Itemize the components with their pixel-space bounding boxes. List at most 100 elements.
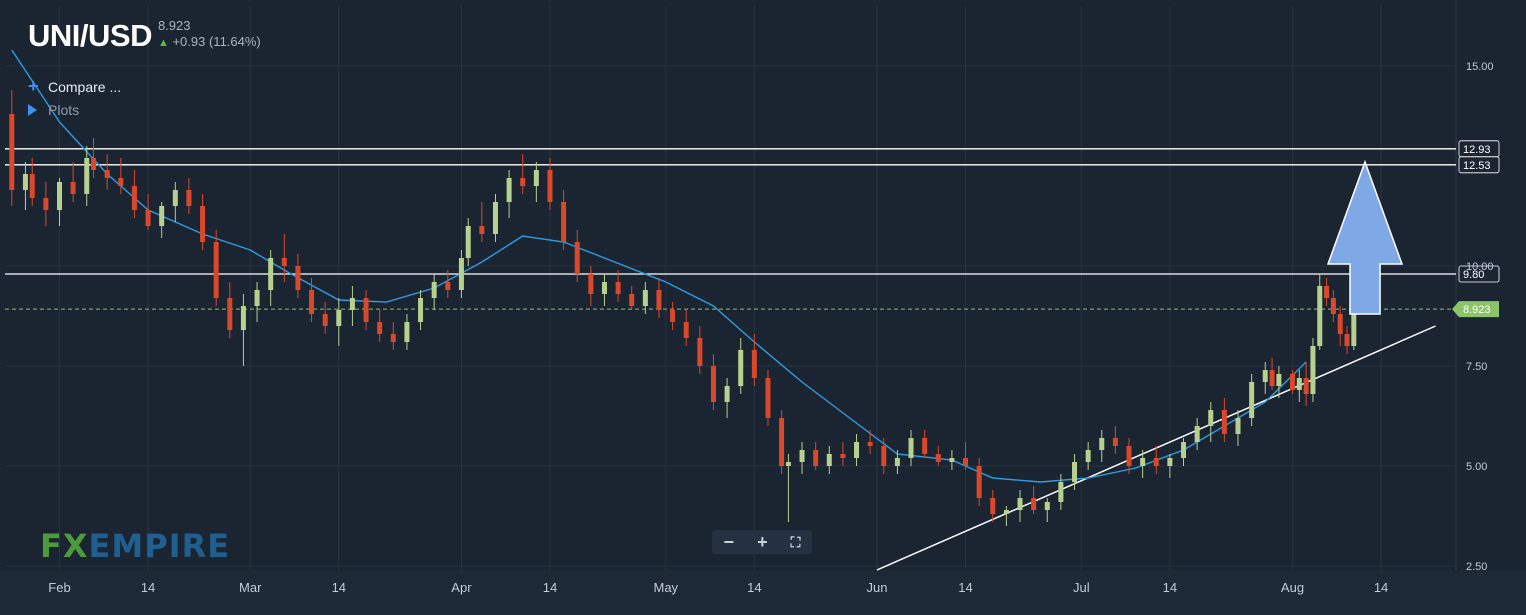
candle-body	[254, 290, 260, 306]
candle-body	[131, 186, 137, 210]
x-tick-label: 14	[332, 580, 346, 595]
pair-title: UNI/USD	[28, 18, 152, 53]
candle	[765, 370, 771, 426]
candle-body	[445, 282, 451, 290]
last-price-label: 8.923	[1463, 304, 1491, 316]
candle-body	[118, 178, 124, 186]
candle-body	[322, 314, 328, 326]
candle-body	[1112, 438, 1118, 446]
fxempire-logo: FXEMPIRE	[40, 527, 231, 565]
x-tick-label: Mar	[239, 580, 262, 595]
candle-body	[84, 158, 90, 194]
x-tick-label: 14	[747, 580, 761, 595]
candle-body	[1194, 426, 1200, 442]
candle-body	[976, 466, 982, 498]
candle-body	[1337, 314, 1343, 334]
candle-body	[738, 350, 744, 386]
candle-body	[1140, 458, 1146, 466]
candle-body	[1344, 334, 1350, 346]
candle-body	[963, 458, 969, 466]
compare-label: Compare ...	[48, 78, 122, 95]
candle-body	[1303, 378, 1309, 394]
y-tick-label: 10.00	[1466, 261, 1494, 273]
fullscreen-icon[interactable]: ⛶	[791, 534, 801, 551]
candle-body	[642, 290, 648, 306]
candle-body	[799, 450, 805, 462]
x-tick-label: Feb	[48, 580, 70, 595]
candle-body	[29, 174, 35, 198]
price-quote: 8.923 ▲ +0.93 (11.64%)	[158, 18, 261, 51]
candle-body	[1249, 382, 1255, 418]
candle-body	[295, 266, 301, 290]
candle-body	[854, 442, 860, 458]
candle-body	[1269, 370, 1275, 386]
x-tick-label: Aug	[1281, 580, 1304, 595]
zoom-controls: − + ⛶	[712, 530, 812, 554]
candle-body	[1031, 498, 1037, 510]
x-tick-label: Jul	[1073, 580, 1090, 595]
candle-body	[465, 226, 471, 258]
candlestick-chart: 12.9312.539.808.923 15.0010.007.505.002.…	[0, 0, 1526, 615]
candle-body	[390, 334, 396, 342]
candle-body	[363, 298, 369, 322]
plots-label: Plots	[48, 102, 80, 118]
x-tick-label: 14	[958, 580, 972, 595]
candle-body	[336, 310, 342, 326]
candle-body	[227, 298, 233, 330]
candle-body	[1276, 374, 1282, 386]
x-tick-label: Jun	[866, 580, 887, 595]
candle-body	[751, 350, 757, 378]
candle-body	[779, 418, 785, 466]
candle-body	[683, 322, 689, 338]
candle-body	[574, 242, 580, 274]
candle-body	[91, 158, 97, 170]
candle-body	[1072, 462, 1078, 482]
candle-body	[1181, 442, 1187, 458]
y-tick-label: 5.00	[1466, 461, 1487, 473]
candle-body	[200, 206, 206, 242]
arrow-up-icon: ▲	[157, 37, 169, 49]
level-tag-label: 12.93	[1463, 144, 1491, 156]
candle-body	[1317, 286, 1323, 346]
plots-button[interactable]: Plots	[28, 102, 79, 118]
candle-body	[724, 386, 730, 402]
candle	[1310, 338, 1316, 402]
candle-body	[656, 290, 662, 310]
candle-body	[22, 174, 28, 190]
candle-body	[1085, 450, 1091, 462]
candle-body	[1208, 410, 1214, 426]
candle-body	[268, 258, 274, 290]
candle-body	[186, 190, 192, 206]
y-tick-label: 7.50	[1466, 361, 1487, 373]
candle-body	[492, 202, 498, 234]
candle-body	[240, 306, 246, 330]
candle-body	[1310, 346, 1316, 394]
candle-body	[159, 206, 165, 226]
candle-body	[377, 322, 383, 334]
candle-body	[533, 170, 539, 186]
x-tick-label: 14	[1374, 580, 1388, 595]
candle-body	[520, 178, 526, 186]
compare-button[interactable]: + Compare ...	[28, 76, 121, 97]
candle-body	[1330, 298, 1336, 314]
candle-body	[922, 438, 928, 454]
candle-body	[1167, 458, 1173, 466]
candle-body	[506, 178, 512, 202]
candle-body	[43, 198, 49, 210]
candle-body	[588, 274, 594, 294]
x-tick-label: May	[654, 580, 679, 595]
candle-body	[1017, 498, 1023, 510]
x-tick-label: 14	[1163, 580, 1177, 595]
candle-body	[1296, 378, 1302, 390]
candle-body	[1153, 458, 1159, 466]
price-change: +0.93 (11.64%)	[172, 34, 261, 49]
candle-body	[1003, 510, 1009, 514]
candle-body	[826, 454, 832, 466]
y-tick-label: 2.50	[1466, 561, 1487, 573]
candle-body	[1058, 482, 1064, 502]
zoom-out-button[interactable]: −	[724, 532, 735, 553]
zoom-in-button[interactable]: +	[757, 532, 768, 553]
candle-body	[431, 282, 437, 298]
candle-body	[785, 462, 791, 466]
candle-body	[9, 114, 15, 190]
